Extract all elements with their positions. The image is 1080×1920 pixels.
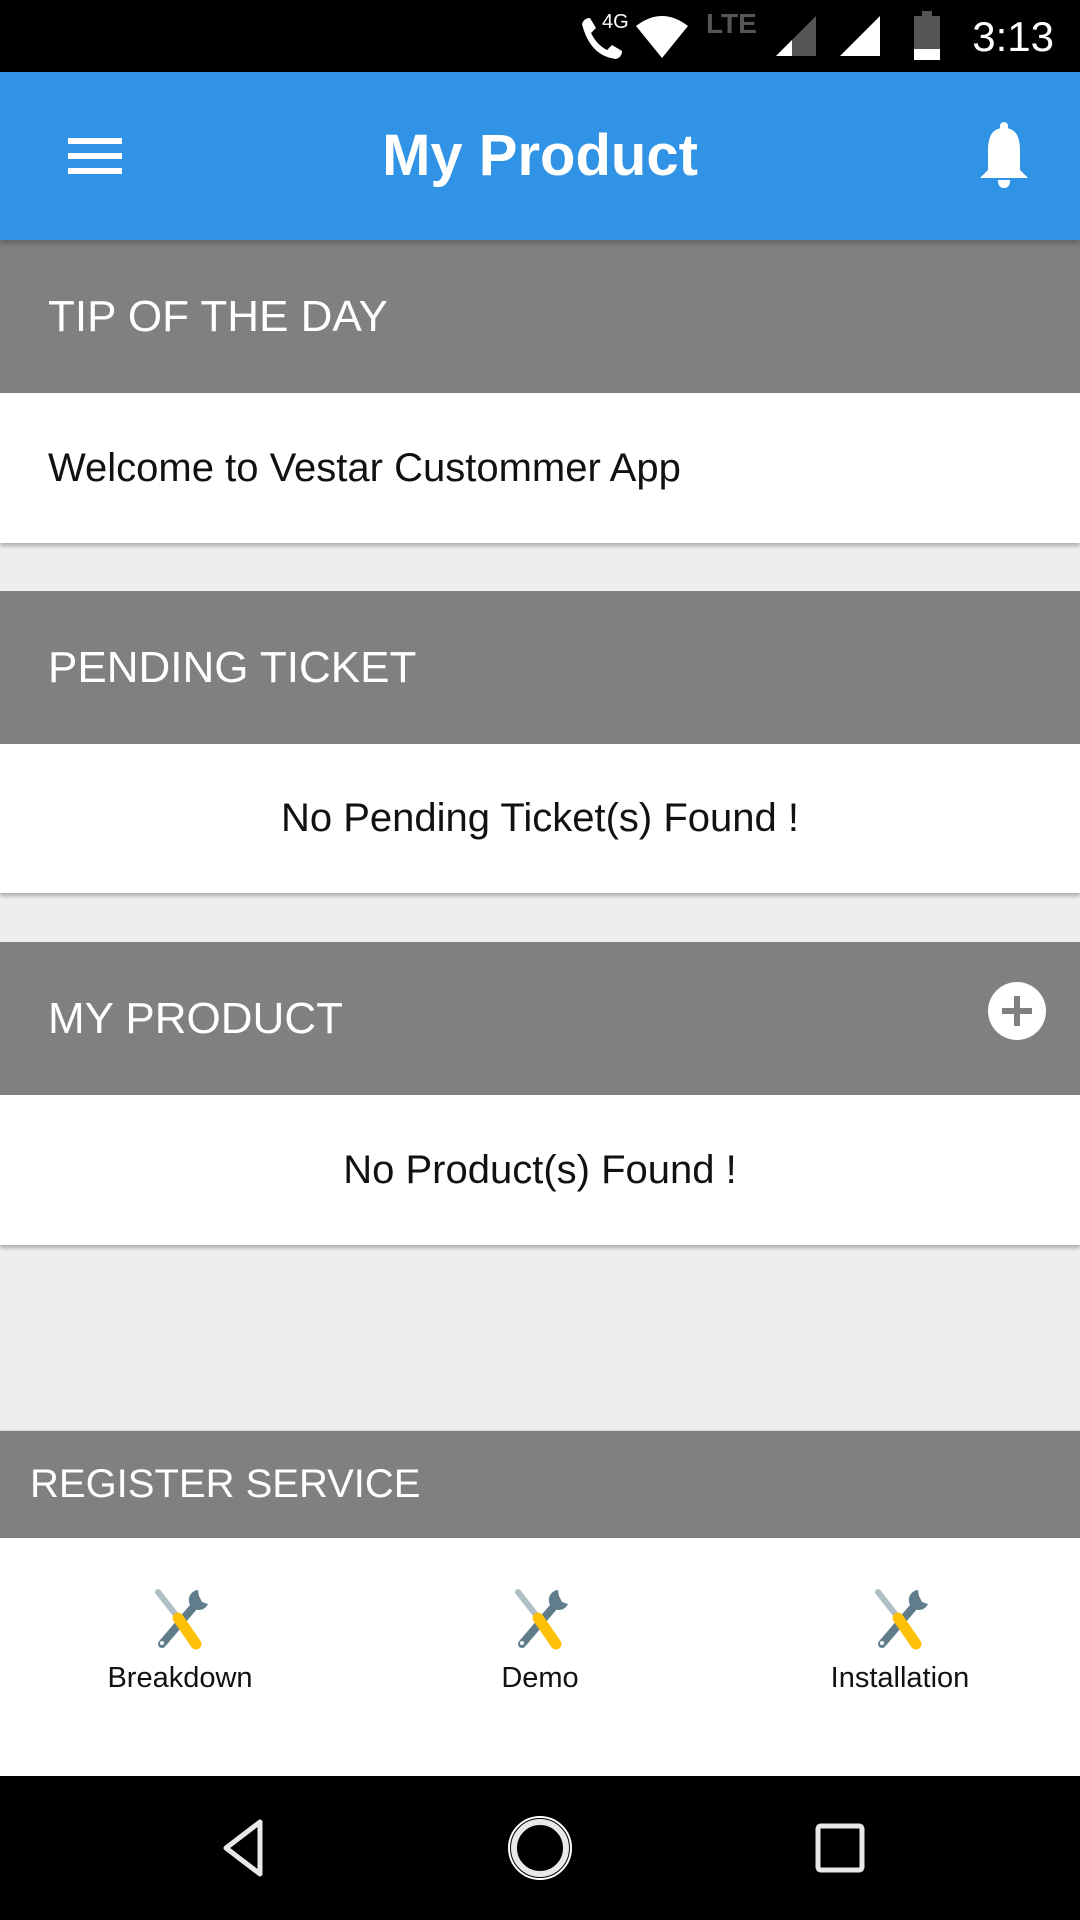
wifi-icon <box>634 0 690 72</box>
back-icon[interactable] <box>202 1808 282 1888</box>
home-icon[interactable] <box>500 1808 580 1888</box>
service-label: Installation <box>830 1662 970 1694</box>
pending-ticket-card: No Pending Ticket(s) Found ! <box>0 744 1080 893</box>
tools-icon <box>515 1589 568 1650</box>
my-product-card: No Product(s) Found ! <box>0 1095 1080 1245</box>
lte-signal-icon <box>774 0 818 72</box>
tools-icon <box>155 1589 208 1650</box>
battery-icon <box>912 0 942 72</box>
service-label: Demo <box>501 1662 579 1694</box>
recents-icon[interactable] <box>800 1808 880 1888</box>
status-time: 3:13 <box>972 13 1054 60</box>
service-breakdown-button[interactable]: Breakdown <box>0 1538 360 1776</box>
service-label: Breakdown <box>107 1662 253 1694</box>
status-bar: 4G LTE 3:13 <box>0 0 1080 72</box>
signal-icon <box>838 0 882 72</box>
lte-label: LTE <box>706 8 757 39</box>
call-4g-icon: 4G <box>576 0 636 72</box>
section-title: REGISTER SERVICE <box>30 1462 421 1506</box>
tip-of-the-day-header: TIP OF THE DAY <box>0 240 1080 393</box>
empty-state-message: No Product(s) Found ! <box>343 1148 737 1192</box>
service-installation-button[interactable]: Installation <box>720 1538 1080 1776</box>
section-title: MY PRODUCT <box>48 994 343 1043</box>
my-product-header: MY PRODUCT <box>0 942 1080 1095</box>
register-service-header: REGISTER SERVICE <box>0 1431 1080 1538</box>
service-demo-button[interactable]: Demo <box>360 1538 720 1776</box>
empty-state-message: No Pending Ticket(s) Found ! <box>280 796 800 840</box>
pending-ticket-header: PENDING TICKET <box>0 591 1080 744</box>
register-service-panel: Breakdown Demo Installation <box>0 1538 1080 1776</box>
section-title: PENDING TICKET <box>48 643 417 692</box>
tip-of-the-day-card: Welcome to Vestar Custommer App <box>0 393 1080 543</box>
app-bar: My Product <box>0 72 1080 240</box>
tip-message: Welcome to Vestar Custommer App <box>48 446 681 490</box>
tools-icon <box>875 1589 928 1650</box>
add-circle-icon[interactable] <box>988 982 1046 1040</box>
page-title: My Product <box>382 123 698 188</box>
section-title: TIP OF THE DAY <box>48 292 388 341</box>
svg-text:4G: 4G <box>602 11 629 33</box>
bell-icon[interactable] <box>964 116 1044 196</box>
system-nav-bar <box>0 1776 1080 1920</box>
